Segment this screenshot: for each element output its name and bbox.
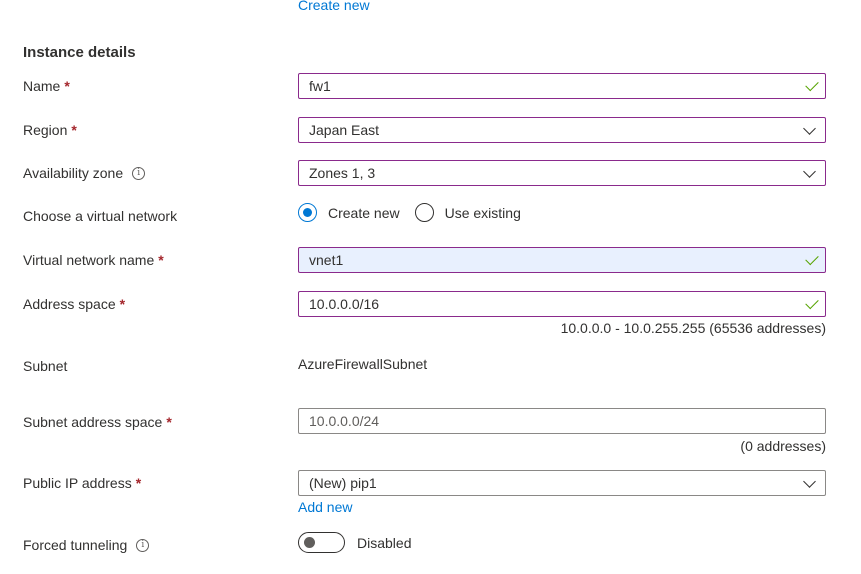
name-label-text: Name [23, 78, 61, 94]
subnet-value: AzureFirewallSubnet [298, 356, 428, 372]
region-label-text: Region [23, 122, 68, 138]
create-new-resource-group-link[interactable]: Create new [298, 0, 370, 13]
add-new-public-ip-link[interactable]: Add new [298, 499, 352, 515]
required-marker: * [119, 296, 126, 312]
availability-zone-select-value: Zones 1, 3 [309, 165, 376, 181]
address-space-input-value: 10.0.0.0/16 [309, 296, 380, 312]
availability-zone-label-text: Availability zone [23, 165, 124, 181]
address-space-range-hint: 10.0.0.0 - 10.0.255.255 (65536 addresses… [560, 320, 826, 336]
forced-tunneling-label-text: Forced tunneling [23, 537, 128, 553]
region-select-value: Japan East [309, 122, 380, 138]
address-space-label: Address space * [23, 296, 125, 312]
address-space-input[interactable]: 10.0.0.0/16 [298, 291, 826, 317]
vnet-name-input-value: vnet1 [309, 252, 344, 268]
required-marker: * [135, 475, 142, 491]
subnet-address-count-hint: (0 addresses) [740, 438, 826, 454]
name-input-value: fw1 [309, 78, 331, 94]
info-icon[interactable]: i [136, 538, 150, 552]
availability-zone-label: Availability zone i [23, 165, 146, 181]
subnet-address-space-placeholder: 10.0.0.0/24 [309, 413, 380, 429]
subnet-label: Subnet [23, 358, 67, 374]
region-select[interactable]: Japan East [298, 117, 826, 143]
public-ip-select-value: (New) pip1 [309, 475, 377, 491]
check-icon [805, 251, 819, 266]
region-label: Region * [23, 122, 77, 138]
create-new-radio-label[interactable]: Create new [328, 205, 400, 221]
info-icon[interactable]: i [132, 166, 146, 180]
subnet-label-text: Subnet [23, 358, 68, 374]
use-existing-radio[interactable] [414, 203, 434, 222]
forced-tunneling-label: Forced tunneling i [23, 537, 150, 553]
vnet-name-label-text: Virtual network name [23, 252, 155, 268]
use-existing-radio-label[interactable]: Use existing [445, 205, 521, 221]
forced-tunneling-state: Disabled [357, 534, 412, 551]
public-ip-select[interactable]: (New) pip1 [298, 470, 826, 496]
forced-tunneling-toggle[interactable] [298, 532, 345, 553]
virtual-network-choice-label: Choose a virtual network [23, 208, 177, 224]
required-marker: * [166, 414, 172, 430]
chevron-down-icon [803, 165, 816, 178]
virtual-network-radio-group: Create new Use existing [298, 203, 521, 222]
required-marker: * [64, 78, 70, 94]
name-input[interactable]: fw1 [298, 73, 826, 99]
subnet-address-space-input[interactable]: 10.0.0.0/24 [298, 408, 826, 434]
create-new-radio[interactable] [298, 203, 317, 222]
required-marker: * [158, 252, 164, 268]
toggle-knob [304, 537, 315, 548]
availability-zone-select[interactable]: Zones 1, 3 [298, 160, 826, 186]
chevron-down-icon [803, 475, 816, 488]
vnet-name-label: Virtual network name * [23, 252, 164, 268]
subnet-address-space-label: Subnet address space * [23, 414, 172, 430]
required-marker: * [71, 122, 77, 138]
address-space-label-text: Address space [23, 296, 116, 312]
forced-tunneling-toggle-group: Disabled [298, 532, 411, 553]
chevron-down-icon [803, 122, 816, 135]
section-title: Instance details [23, 44, 136, 61]
virtual-network-choice-label-text: Choose a virtual network [23, 208, 178, 224]
name-label: Name * [23, 78, 70, 94]
public-ip-label: Public IP address * [23, 475, 141, 491]
subnet-address-space-label-text: Subnet address space [23, 414, 163, 430]
check-icon [805, 77, 819, 92]
vnet-name-input[interactable]: vnet1 [298, 247, 826, 273]
public-ip-label-text: Public IP address [23, 475, 132, 491]
check-icon [805, 295, 819, 310]
